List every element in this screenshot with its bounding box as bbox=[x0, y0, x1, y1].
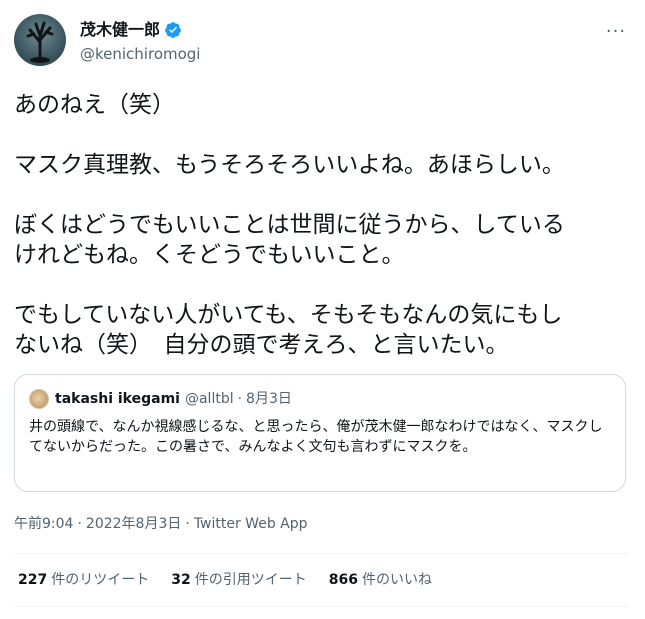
meta-separator: · bbox=[185, 516, 190, 532]
author-name-block: 茂木健一郎 @kenichiromogi bbox=[80, 20, 200, 64]
author-display-name[interactable]: 茂木健一郎 bbox=[80, 20, 182, 40]
author-handle[interactable]: @kenichiromogi bbox=[80, 44, 200, 64]
quotes-stat[interactable]: 32 件の引用ツイート bbox=[171, 570, 306, 590]
tweet-meta: 午前9:04 · 2022年8月3日 · Twitter Web App bbox=[14, 514, 308, 534]
tweet-date[interactable]: 2022年8月3日 bbox=[86, 516, 181, 532]
author-avatar[interactable] bbox=[14, 14, 66, 66]
verified-badge-icon bbox=[165, 22, 181, 38]
divider bbox=[14, 553, 628, 554]
quoted-tweet-header: takashi ikegami @alltbl · 8月3日 bbox=[29, 389, 292, 409]
likes-count: 866 bbox=[328, 572, 358, 588]
divider bbox=[14, 606, 628, 607]
quoted-author-handle: @alltbl bbox=[184, 391, 234, 407]
tweet-header: 茂木健一郎 @kenichiromogi ··· bbox=[14, 14, 634, 70]
retweets-label: 件のリツイート bbox=[51, 572, 150, 588]
quotes-label: 件の引用ツイート bbox=[194, 572, 307, 588]
retweets-count: 227 bbox=[18, 572, 48, 588]
likes-label: 件のいいね bbox=[361, 572, 432, 588]
quoted-author-name: takashi ikegami bbox=[55, 391, 180, 407]
quoted-date[interactable]: 8月3日 bbox=[246, 390, 292, 408]
quoted-separator: · bbox=[237, 391, 243, 407]
more-options-button[interactable]: ··· bbox=[604, 22, 628, 42]
avatar-figure-icon bbox=[26, 21, 54, 63]
meta-separator: · bbox=[77, 516, 82, 532]
tweet-text: あのねえ（笑） マスク真理教、もうそろそろいいよね。あほらしい。 ぼくはどうでも… bbox=[14, 92, 565, 358]
likes-stat[interactable]: 866 件のいいね bbox=[329, 570, 432, 590]
author-display-name-text: 茂木健一郎 bbox=[80, 20, 161, 39]
quoted-tweet-text: 井の頭線で、なんか視線感じるな、と思ったら、俺が茂木健一郎なわけではなく、マスク… bbox=[29, 419, 603, 455]
retweets-stat[interactable]: 227 件のリツイート bbox=[18, 570, 149, 590]
tweet-source[interactable]: Twitter Web App bbox=[194, 516, 308, 532]
tweet-time[interactable]: 午前9:04 bbox=[14, 516, 73, 532]
tweet-stats: 227 件のリツイート 32 件の引用ツイート 866 件のいいね bbox=[18, 570, 432, 590]
quotes-count: 32 bbox=[171, 572, 191, 588]
quoted-author-avatar bbox=[29, 389, 49, 409]
quoted-tweet[interactable]: takashi ikegami @alltbl · 8月3日 井の頭線で、なんか… bbox=[14, 374, 626, 492]
